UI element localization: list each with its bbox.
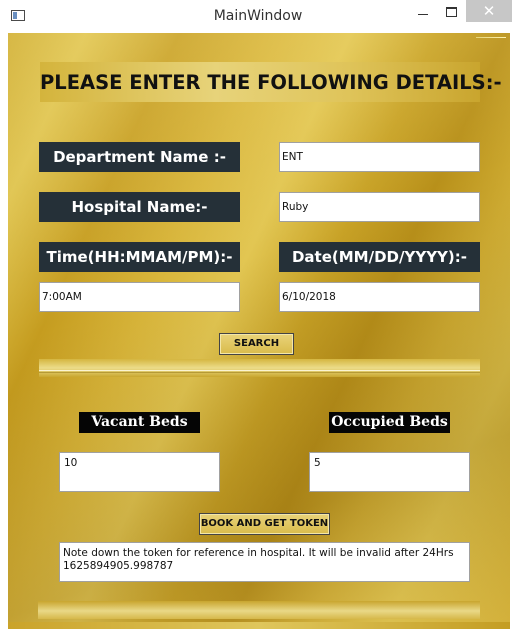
token-output[interactable]: Note down the token for reference in hos… <box>59 542 470 582</box>
form-panel: PLEASE ENTER THE FOLLOWING DETAILS:- Dep… <box>8 33 510 629</box>
title-bar[interactable]: MainWindow ✕ <box>0 0 516 32</box>
close-icon: ✕ <box>482 2 496 20</box>
minimize-icon <box>418 14 428 15</box>
book-token-button[interactable]: BOOK AND GET TOKEN <box>199 513 330 535</box>
frame-highlight <box>476 37 506 38</box>
maximize-icon <box>446 7 457 17</box>
main-window: MainWindow ✕ PLEASE ENTER THE FOLLOWING … <box>0 0 516 635</box>
separator-band <box>39 359 480 377</box>
occupied-beds-label: Occupied Beds <box>329 412 450 433</box>
close-button[interactable]: ✕ <box>466 0 512 22</box>
separator-shadow <box>39 372 480 373</box>
date-label: Date(MM/DD/YYYY):- <box>279 242 480 272</box>
maximize-button[interactable] <box>438 0 464 22</box>
time-input[interactable] <box>39 282 240 312</box>
occupied-beds-output[interactable]: 5 <box>309 452 470 492</box>
time-label: Time(HH:MMAM/PM):- <box>39 242 240 272</box>
page-title: PLEASE ENTER THE FOLLOWING DETAILS:- <box>40 71 502 94</box>
date-input[interactable] <box>279 282 480 312</box>
bottom-edge <box>8 622 510 629</box>
hospital-label: Hospital Name:- <box>39 192 240 222</box>
department-label: Department Name :- <box>39 142 240 172</box>
separator-line <box>39 370 480 371</box>
bottom-band <box>38 601 480 619</box>
department-input[interactable] <box>279 142 480 172</box>
vacant-beds-output[interactable]: 10 <box>59 452 220 492</box>
minimize-button[interactable] <box>410 0 436 22</box>
vacant-beds-label: Vacant Beds <box>79 412 200 433</box>
hospital-input[interactable] <box>279 192 480 222</box>
search-button[interactable]: SEARCH <box>219 333 294 355</box>
